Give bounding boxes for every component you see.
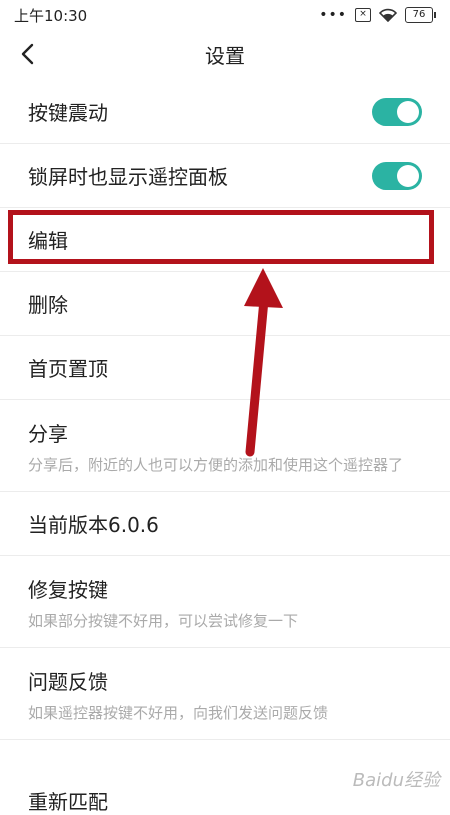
- status-time: 上午10:30: [14, 6, 88, 25]
- row-delete[interactable]: 删除: [0, 272, 450, 336]
- row-version: 当前版本6.0.6: [0, 492, 450, 556]
- row-rematch[interactable]: 重新匹配: [28, 786, 108, 815]
- back-arrow-icon[interactable]: [18, 42, 40, 66]
- settings-list: 按键震动 锁屏时也显示遥控面板 编辑 删除 首页置顶 分享 分享后，附近的人也可…: [0, 80, 450, 740]
- row-description: 如果部分按键不好用，可以尝试修复一下: [28, 612, 299, 630]
- row-description: 分享后，附近的人也可以方便的添加和使用这个遥控器了: [28, 456, 404, 474]
- row-label: 修复按键: [28, 578, 108, 602]
- row-pin-top[interactable]: 首页置顶: [0, 336, 450, 400]
- wifi-icon: [379, 8, 397, 22]
- status-icons: ••• × 76: [319, 7, 436, 23]
- row-label: 问题反馈: [28, 670, 108, 694]
- row-label: 锁屏时也显示遥控面板: [28, 165, 228, 189]
- row-repair-keys[interactable]: 修复按键 如果部分按键不好用，可以尝试修复一下: [0, 556, 450, 648]
- battery-icon: 76: [405, 7, 436, 23]
- row-label: 按键震动: [28, 101, 108, 125]
- status-bar: 上午10:30 ••• × 76: [0, 0, 450, 30]
- row-label: 删除: [28, 293, 68, 317]
- battery-level: 76: [405, 7, 433, 23]
- row-description: 如果遥控器按键不好用，向我们发送问题反馈: [28, 704, 329, 722]
- more-dots-icon: •••: [319, 7, 347, 23]
- row-label: 分享: [28, 422, 68, 446]
- vibrate-toggle[interactable]: [372, 97, 422, 126]
- lockscreen-toggle[interactable]: [372, 161, 422, 190]
- row-feedback[interactable]: 问题反馈 如果遥控器按键不好用，向我们发送问题反馈: [0, 648, 450, 740]
- header: 设置: [0, 30, 450, 78]
- sim-icon: ×: [355, 8, 371, 22]
- row-label: 首页置顶: [28, 357, 108, 381]
- row-lockscreen-panel[interactable]: 锁屏时也显示遥控面板: [0, 144, 450, 208]
- highlight-box: [8, 210, 434, 264]
- row-key-vibrate[interactable]: 按键震动: [0, 80, 450, 144]
- row-share[interactable]: 分享 分享后，附近的人也可以方便的添加和使用这个遥控器了: [0, 400, 450, 492]
- watermark: Baidu经验: [352, 770, 440, 791]
- page-title: 设置: [205, 43, 245, 68]
- row-label: 当前版本6.0.6: [28, 513, 159, 537]
